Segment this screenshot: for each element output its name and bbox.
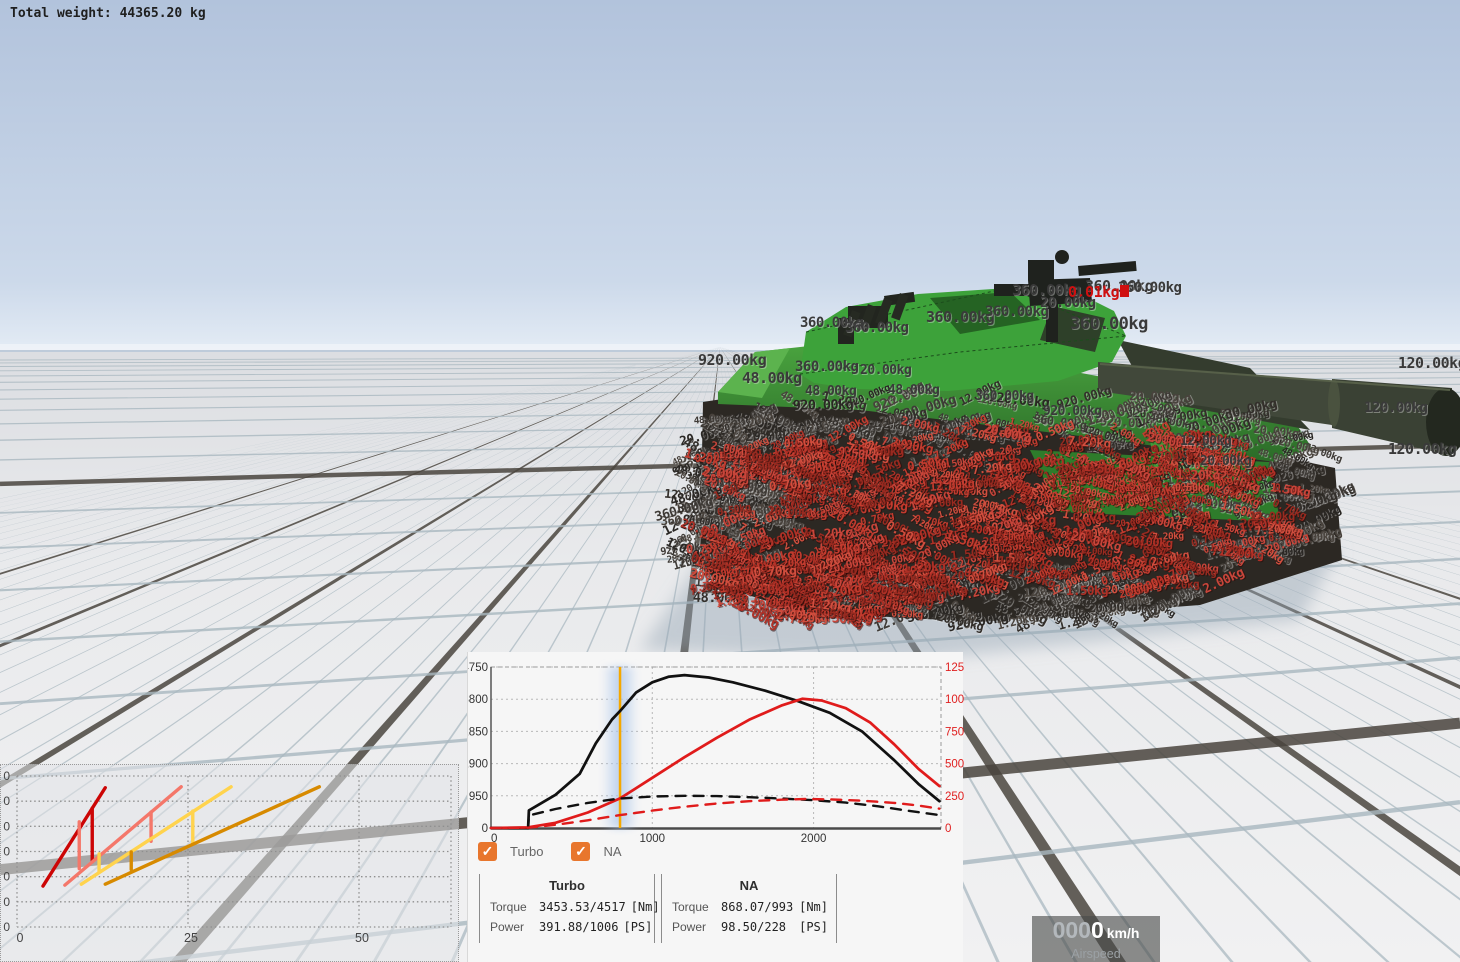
stat-unit: [PS] (623, 920, 653, 934)
na-power-row: Power 98.50/228 [PS] (662, 917, 836, 937)
na-stats-block: NA Torque 868.07/993 [Nm] Power 98.50/22… (661, 874, 837, 943)
gear-shift-diagram-panel[interactable]: 0 0 0 0 0 0 0 0 25 50 (0, 764, 459, 962)
torque-power-panel: 0950190028503800475002505007501000125001… (467, 652, 964, 962)
stat-unit: [Nm] (630, 900, 660, 914)
svg-text:750: 750 (945, 726, 964, 738)
svg-text:950: 950 (469, 791, 488, 803)
svg-text:4750: 4750 (468, 662, 488, 674)
stat-label: Power (490, 920, 525, 934)
na-torque-row: Torque 868.07/993 [Nm] (662, 897, 836, 917)
svg-text:1900: 1900 (468, 759, 488, 771)
stat-label: Power (672, 920, 707, 934)
beamng-viewport: 920.00kg 48.00kg 920.00kg 48.00kg 360.00kg 12… (0, 0, 1460, 962)
svg-text:0: 0 (3, 794, 10, 808)
horizon-line (0, 350, 1460, 352)
turbo-power-row: Power 391.88/1006 [PS] (480, 917, 654, 937)
stat-value: 391.88/1006 (539, 920, 619, 934)
svg-text:1000: 1000 (639, 833, 665, 844)
stat-unit: [Nm] (799, 900, 828, 914)
turbo-stats-block: Turbo Torque 3453.53/4517 [Nm] Power 391… (479, 874, 660, 943)
svg-text:0: 0 (3, 845, 10, 859)
turbo-checkbox-label: Turbo (510, 844, 544, 859)
airspeed-unit: km/h (1106, 925, 1140, 941)
svg-text:0: 0 (3, 819, 10, 833)
svg-text:50: 50 (355, 931, 369, 945)
airspeed-value: 0000 km/h (1032, 917, 1160, 947)
svg-text:0: 0 (17, 931, 24, 945)
svg-text:250: 250 (945, 791, 964, 803)
svg-text:1000: 1000 (945, 694, 964, 706)
check-icon: ✓ (478, 842, 497, 861)
svg-text:0: 0 (482, 823, 488, 835)
svg-text:0: 0 (3, 920, 10, 934)
stat-label: Torque (672, 900, 709, 914)
engine-stats: Turbo Torque 3453.53/4517 [Nm] Power 391… (479, 874, 837, 943)
stat-value: 98.50/228 (721, 920, 787, 934)
svg-text:2850: 2850 (468, 726, 488, 738)
svg-text:0: 0 (945, 823, 951, 835)
turbo-torque-row: Torque 3453.53/4517 [Nm] (480, 897, 660, 917)
svg-text:0: 0 (3, 870, 10, 884)
turbo-checkbox[interactable]: ✓ Turbo (478, 842, 543, 861)
svg-text:2000: 2000 (801, 833, 827, 844)
svg-text:0: 0 (3, 769, 10, 783)
svg-text:25: 25 (184, 931, 198, 945)
airspeed-digits-bright: 0 (1090, 917, 1104, 943)
airspeed-caption: Airspeed (1071, 947, 1121, 961)
svg-text:0: 0 (3, 895, 10, 909)
na-checkbox-label: NA (603, 844, 622, 859)
stat-unit: [PS] (799, 920, 828, 934)
torque-power-chart[interactable]: 0950190028503800475002505007501000125001… (468, 652, 964, 844)
stat-value: 868.07/993 (721, 900, 794, 914)
svg-text:500: 500 (945, 759, 964, 771)
airspeed-widget: 0000 km/h Airspeed (1032, 916, 1160, 962)
sky (0, 0, 1460, 352)
total-weight-label: Total weight: 44365.20 kg (10, 6, 206, 21)
gear-shift-chart: 00000000 25 50 (3, 769, 452, 945)
barrel-ring (1328, 379, 1340, 427)
stat-label: Torque (490, 900, 527, 914)
stat-value: 3453.53/4517 (539, 900, 626, 914)
turbo-stats-title: Turbo (549, 878, 585, 893)
curve-toggle-row: ✓ Turbo ✓ NA (478, 842, 622, 861)
na-stats-title: NA (739, 878, 759, 893)
check-icon: ✓ (571, 842, 591, 861)
airspeed-digits-dim: 000 (1052, 917, 1091, 943)
svg-text:1250: 1250 (945, 662, 964, 674)
na-checkbox[interactable]: ✓ NA (571, 842, 622, 861)
svg-text:3800: 3800 (468, 694, 488, 706)
